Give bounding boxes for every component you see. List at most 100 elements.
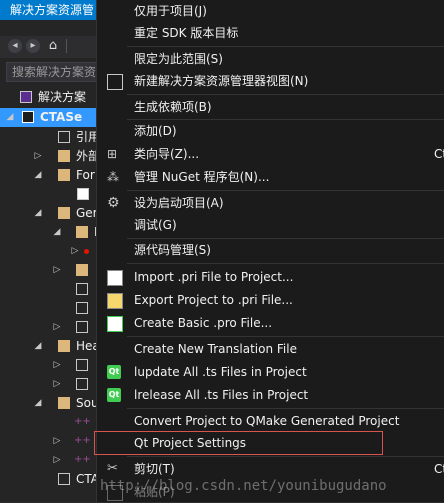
menu-item-label: 剪切(T) xyxy=(134,462,175,476)
export-pri-icon xyxy=(107,293,123,309)
file-icon xyxy=(76,283,88,295)
home-icon[interactable]: ⌂ xyxy=(46,39,60,53)
folder-icon xyxy=(58,397,70,409)
menu-item-label: 类向导(Z)... xyxy=(134,147,200,161)
menu-item-label: 源代码管理(S) xyxy=(134,243,211,257)
menu-item-label: lupdate All .ts Files in Project xyxy=(134,365,307,379)
menu-item-label: Export Project to .pri File... xyxy=(134,293,293,307)
expand-arrow-icon[interactable]: ◢ xyxy=(33,204,43,223)
expand-arrow-icon[interactable]: ◢ xyxy=(33,337,43,356)
menu-item-export-pri[interactable]: Export Project to .pri File... xyxy=(97,289,444,311)
menu-item-label: 仅用于项目(J) xyxy=(134,4,207,18)
tree-item-label: 解决方案 xyxy=(38,90,87,104)
qt-lrelease-icon: Qt xyxy=(107,388,121,402)
menu-item-lupdate[interactable]: Qt lupdate All .ts Files in Project xyxy=(97,361,444,383)
collapse-arrow-icon[interactable]: ▷ xyxy=(52,318,62,337)
qt-lupdate-icon: Qt xyxy=(107,365,121,379)
menu-item-label: Create Basic .pro File... xyxy=(134,316,273,330)
menu-item-import-pri[interactable]: Import .pri File to Project... xyxy=(97,266,444,288)
context-menu: 仅用于项目(J) 重定 SDK 版本目标 限定为此范围(S) 新建解决方案资源管… xyxy=(96,0,444,502)
collapse-arrow-icon[interactable]: ▷ xyxy=(70,242,80,261)
file-icon xyxy=(76,302,88,314)
menu-item-new-translation[interactable]: Create New Translation File xyxy=(97,338,444,360)
watermark: http://blog.csdn.net/younibugudano xyxy=(100,478,387,494)
menu-item-project-only[interactable]: 仅用于项目(J) xyxy=(97,0,444,22)
references-icon xyxy=(58,131,70,143)
collapse-arrow-icon[interactable]: ▷ xyxy=(33,147,43,166)
menu-separator xyxy=(127,408,444,409)
collapse-arrow-icon[interactable]: ▷ xyxy=(52,261,62,280)
collapse-arrow-icon[interactable]: ▷ xyxy=(52,375,62,394)
gear-icon: ⚙ xyxy=(107,195,120,211)
tree-item-label: CTASe xyxy=(40,110,83,124)
file-icon xyxy=(58,473,70,485)
cut-icon: ✂ xyxy=(107,461,118,476)
nuget-icon: ⁂ xyxy=(107,170,119,184)
menu-item-label: 设为启动项目(A) xyxy=(134,196,224,210)
folder-icon xyxy=(58,169,70,181)
expand-arrow-icon[interactable]: ◢ xyxy=(52,223,62,242)
menu-item-convert-qmake[interactable]: Convert Project to QMake Generated Proje… xyxy=(97,410,444,432)
menu-item-label: Convert Project to QMake Generated Proje… xyxy=(134,414,400,428)
expand-arrow-icon[interactable]: ◢ xyxy=(33,394,43,413)
menu-item-set-startup[interactable]: ⚙ 设为启动项目(A) xyxy=(97,192,444,214)
menu-item-shortcut: Ct xyxy=(434,147,444,161)
menu-item-scope[interactable]: 限定为此范围(S) xyxy=(97,48,444,70)
menu-item-create-pro[interactable]: Create Basic .pro File... xyxy=(97,312,444,334)
solution-icon xyxy=(20,91,32,103)
header-file-icon xyxy=(76,359,88,371)
menu-item-label: 限定为此范围(S) xyxy=(134,52,223,66)
menu-separator xyxy=(127,190,444,191)
menu-item-label: 添加(D) xyxy=(134,124,177,138)
create-pro-icon xyxy=(107,316,123,332)
header-file-icon xyxy=(76,321,88,333)
header-file-icon xyxy=(76,378,88,390)
menu-separator xyxy=(127,46,444,47)
menu-separator xyxy=(127,94,444,95)
menu-item-source-control[interactable]: 源代码管理(S) xyxy=(97,239,444,261)
collapse-arrow-icon[interactable]: ▷ xyxy=(52,451,62,470)
cpp-file-icon: ++ xyxy=(74,435,91,446)
sync-icon[interactable] xyxy=(66,39,81,53)
expand-arrow-icon[interactable]: ◢ xyxy=(5,108,15,127)
project-icon xyxy=(22,111,34,123)
expand-arrow-icon[interactable]: ◢ xyxy=(33,166,43,185)
menu-item-lrelease[interactable]: Qt lrelease All .ts Files in Project xyxy=(97,384,444,406)
menu-item-label: 调试(G) xyxy=(134,218,177,232)
menu-item-cut[interactable]: ✂ 剪切(T) Ct xyxy=(97,458,444,480)
menu-separator xyxy=(127,336,444,337)
class-wizard-icon: ⊞ xyxy=(107,147,118,161)
folder-icon xyxy=(76,226,88,238)
menu-item-label: lrelease All .ts Files in Project xyxy=(134,388,309,402)
error-dot-icon xyxy=(84,249,89,254)
menu-item-nuget[interactable]: ⁂ 管理 NuGet 程序包(N)... xyxy=(97,166,444,188)
folder-icon xyxy=(58,340,70,352)
collapse-arrow-icon[interactable]: ▷ xyxy=(52,356,62,375)
file-icon xyxy=(77,188,89,200)
cpp-file-icon: ++ xyxy=(74,416,91,427)
menu-item-new-view[interactable]: 新建解决方案资源管理器视图(N) xyxy=(97,70,444,92)
menu-item-label: Import .pri File to Project... xyxy=(134,270,294,284)
menu-item-build-dependencies[interactable]: 生成依赖项(B) xyxy=(97,96,444,118)
menu-separator xyxy=(127,263,444,264)
folder-icon xyxy=(76,264,88,276)
menu-item-add[interactable]: 添加(D) xyxy=(97,120,444,142)
new-view-icon xyxy=(107,74,123,90)
collapse-arrow-icon[interactable]: ▷ xyxy=(52,432,62,451)
menu-item-label: 新建解决方案资源管理器视图(N) xyxy=(134,74,309,88)
import-pri-icon xyxy=(107,270,123,286)
menu-item-retarget-sdk[interactable]: 重定 SDK 版本目标 xyxy=(97,22,444,44)
menu-item-shortcut: Ct xyxy=(434,462,444,476)
menu-item-class-wizard[interactable]: ⊞ 类向导(Z)... Ct xyxy=(97,143,444,165)
tree-item-label: Ger xyxy=(76,206,98,220)
folder-icon xyxy=(58,207,70,219)
menu-item-debug[interactable]: 调试(G) xyxy=(97,214,444,236)
back-icon[interactable]: ◂ xyxy=(8,39,22,53)
forward-icon[interactable]: ▸ xyxy=(26,39,40,53)
menu-item-label: Create New Translation File xyxy=(134,342,297,356)
menu-separator xyxy=(127,456,444,457)
tree-item-label: For xyxy=(76,168,95,182)
menu-item-label: 生成依赖项(B) xyxy=(134,100,212,114)
folder-icon xyxy=(58,150,70,162)
cpp-file-icon: ++ xyxy=(74,454,91,465)
